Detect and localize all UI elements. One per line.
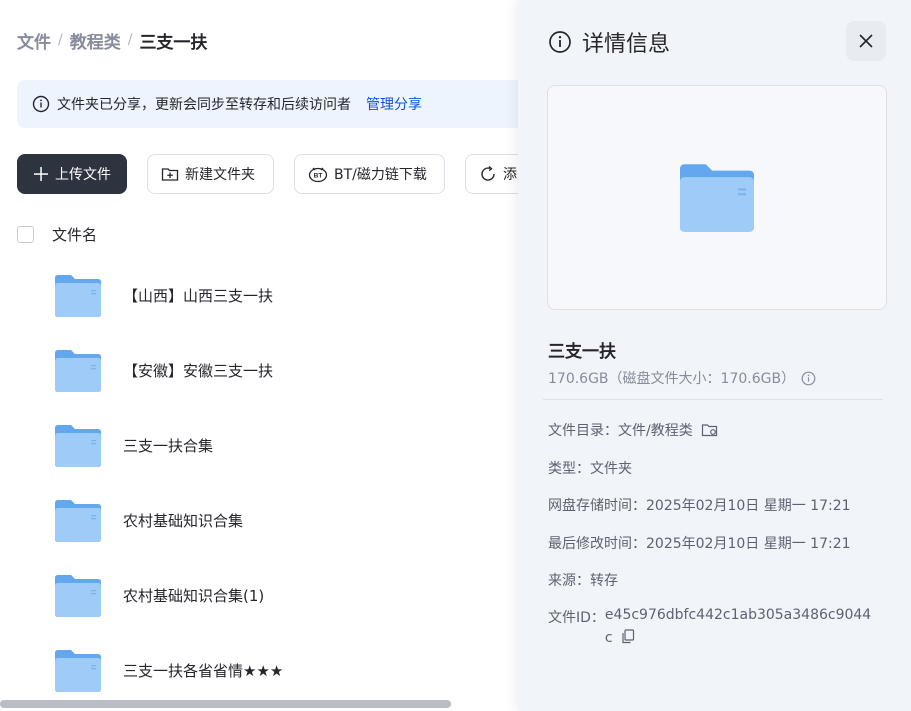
file-name: 农村基础知识合集 (123, 512, 244, 530)
add-button-label: 添 (503, 167, 517, 183)
breadcrumb-separator: / (127, 32, 133, 48)
folder-icon (680, 163, 754, 232)
copy-icon[interactable] (621, 629, 635, 644)
meta-id-label: 文件ID： (548, 610, 605, 626)
file-name: 【安徽】安徽三支一扶 (123, 362, 274, 380)
meta-modified-time: 最后修改时间： 2025年02月10日 星期一 17:21 (548, 533, 851, 553)
folder-icon (55, 274, 101, 317)
file-row[interactable]: 【安徽】安徽三支一扶 (0, 333, 520, 408)
horizontal-scrollbar[interactable] (0, 700, 451, 708)
file-list: 【山西】山西三支一扶 【安徽】安徽三支一扶 三支一扶合集 农村基础知识合集 农村… (0, 258, 520, 708)
svg-text:BT: BT (314, 173, 323, 180)
meta-directory-value: 文件/教程类 (618, 423, 693, 439)
manage-share-link[interactable]: 管理分享 (366, 94, 422, 114)
close-icon (859, 34, 873, 48)
toolbar: 上传文件 新建文件夹 BT BT/磁力链下载 添 (17, 154, 555, 194)
file-row[interactable]: 三支一扶各省省情★★★ (0, 633, 520, 708)
plus-icon (34, 167, 48, 181)
list-header: 文件名 (17, 222, 97, 246)
bt-icon: BT (308, 167, 328, 183)
folder-icon (55, 649, 101, 692)
detail-file-size: 170.6GB（磁盘文件大小：170.6GB） (548, 368, 816, 388)
breadcrumb-current: 三支一扶 (139, 32, 208, 53)
meta-source-value: 转存 (590, 573, 618, 589)
share-notice: 文件夹已分享，更新会同步至转存和后续访问者 管理分享 (17, 80, 537, 128)
meta-id-text: e45c976dbfc442c1ab305a3486c9044c (604, 607, 872, 646)
folder-icon (55, 424, 101, 467)
file-size-text: 170.6GB（磁盘文件大小：170.6GB） (548, 371, 796, 387)
breadcrumb-item-files[interactable]: 文件 (17, 28, 51, 53)
meta-id-value: e45c976dbfc442c1ab305a3486c9044c (605, 604, 875, 650)
column-header-filename[interactable]: 文件名 (52, 224, 97, 245)
meta-file-id: 文件ID： e45c976dbfc442c1ab305a3486c9044c (548, 607, 875, 650)
file-name: 农村基础知识合集(1) (123, 587, 265, 605)
file-row[interactable]: 三支一扶合集 (0, 408, 520, 483)
file-preview (547, 85, 887, 310)
panel-title-text: 详情信息 (582, 32, 671, 57)
detail-panel: 详情信息 三支一扶 170.6GB（磁盘文件大小：170.6GB） 文件目录： … (518, 0, 911, 711)
meta-source: 来源： 转存 (548, 570, 618, 590)
refresh-icon (481, 165, 495, 181)
meta-modified-label: 最后修改时间： (548, 536, 646, 552)
new-folder-icon (161, 168, 179, 181)
file-name: 【山西】山西三支一扶 (123, 287, 274, 305)
breadcrumb-item-tutorials[interactable]: 教程类 (70, 28, 121, 53)
meta-directory-label: 文件目录： (548, 423, 618, 439)
meta-type-label: 类型： (548, 461, 590, 477)
folder-icon (55, 574, 101, 617)
file-row[interactable]: 农村基础知识合集(1) (0, 558, 520, 633)
info-icon[interactable] (801, 371, 816, 386)
upload-button[interactable]: 上传文件 (17, 154, 127, 194)
bt-download-button-label: BT/磁力链下载 (334, 167, 427, 183)
panel-title: 详情信息 (548, 28, 671, 57)
folder-icon (55, 499, 101, 542)
meta-modified-value: 2025年02月10日 星期一 17:21 (646, 536, 851, 552)
select-all-checkbox[interactable] (17, 225, 34, 243)
meta-directory: 文件目录： 文件/教程类 (548, 420, 719, 440)
file-row[interactable]: 【山西】山西三支一扶 (0, 258, 520, 333)
file-row[interactable]: 农村基础知识合集 (0, 483, 520, 558)
meta-stored-time: 网盘存储时间： 2025年02月10日 星期一 17:21 (548, 495, 851, 515)
upload-button-label: 上传文件 (55, 167, 111, 183)
folder-icon (55, 349, 101, 392)
info-icon (32, 95, 50, 113)
new-folder-button[interactable]: 新建文件夹 (147, 154, 274, 194)
breadcrumb-separator: / (58, 32, 63, 48)
meta-type: 类型： 文件夹 (548, 458, 632, 478)
detail-file-name: 三支一扶 (548, 342, 616, 362)
info-icon (549, 31, 571, 53)
divider (543, 399, 883, 400)
meta-source-label: 来源： (548, 573, 590, 589)
bt-download-button[interactable]: BT BT/磁力链下载 (294, 154, 445, 194)
share-notice-text: 文件夹已分享，更新会同步至转存和后续访问者 (57, 97, 351, 113)
file-name: 三支一扶各省省情★★★ (123, 662, 284, 680)
breadcrumb: 文件 / 教程类 / 三支一扶 (17, 28, 208, 53)
meta-type-value: 文件夹 (590, 461, 632, 477)
folder-link-icon[interactable] (701, 422, 719, 438)
meta-stored-label: 网盘存储时间： (548, 498, 646, 514)
close-button[interactable] (846, 21, 886, 61)
new-folder-button-label: 新建文件夹 (185, 167, 255, 183)
meta-stored-value: 2025年02月10日 星期一 17:21 (646, 498, 851, 514)
file-name: 三支一扶合集 (123, 437, 214, 455)
